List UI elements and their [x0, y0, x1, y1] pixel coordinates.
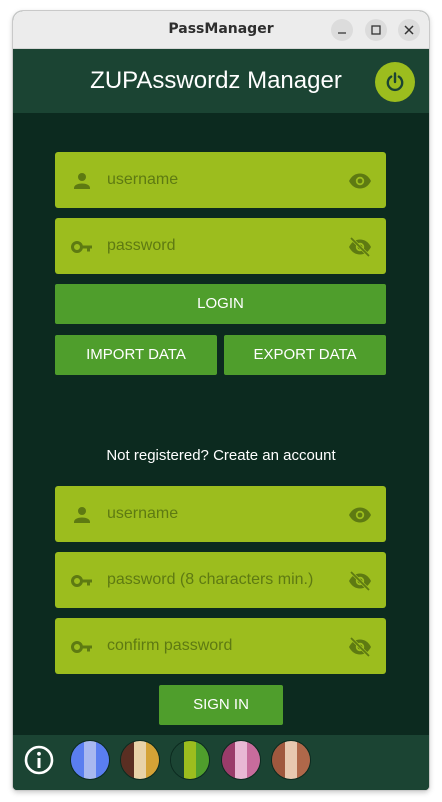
theme-swatch-green[interactable] [170, 740, 210, 780]
swatch-stripe [222, 741, 235, 779]
register-password-placeholder: password (8 characters min.) [107, 571, 314, 588]
swatch-stripe [284, 741, 298, 779]
swatch-stripe [96, 741, 109, 779]
app-header: ZUPAsswordz Manager [13, 49, 429, 113]
register-confirm-field[interactable]: confirm password [55, 618, 386, 674]
login-username-placeholder: username [107, 171, 179, 188]
theme-swatch-pink[interactable] [221, 740, 261, 780]
import-data-button[interactable]: IMPORT DATA [55, 335, 217, 375]
bottom-bar [13, 735, 429, 790]
swatch-stripe [196, 741, 209, 779]
register-prompt: Not registered? Create an account [106, 447, 336, 464]
app-window: PassManager ZUPAsswordz Manager username [13, 11, 429, 790]
app-title: ZUPAsswordz Manager [90, 67, 342, 94]
eye-off-icon[interactable] [348, 235, 372, 259]
swatch-stripe [297, 741, 310, 779]
login-username-field[interactable]: username [55, 152, 386, 208]
sign-in-button[interactable]: SIGN IN [159, 685, 283, 725]
user-icon [74, 507, 90, 523]
swatch-stripe [133, 741, 147, 779]
power-icon [386, 72, 404, 92]
minimize-icon [338, 32, 346, 34]
user-icon [74, 173, 90, 189]
swatch-stripe [83, 741, 97, 779]
eye-off-icon[interactable] [348, 635, 372, 659]
login-password-field[interactable]: password [55, 218, 386, 274]
theme-swatch-brown-gold[interactable] [120, 740, 160, 780]
theme-swatch-terracotta[interactable] [271, 740, 311, 780]
swatch-stripe [247, 741, 260, 779]
maximize-button[interactable] [365, 19, 387, 41]
eye-icon[interactable] [348, 503, 372, 527]
maximize-icon [371, 25, 381, 35]
title-bar[interactable]: PassManager [13, 11, 429, 49]
swatch-stripe [121, 741, 134, 779]
power-button[interactable] [375, 62, 415, 102]
theme-swatch-blue[interactable] [70, 740, 110, 780]
register-confirm-placeholder: confirm password [107, 637, 233, 654]
minimize-button[interactable] [331, 19, 353, 41]
swatch-stripe [71, 741, 84, 779]
close-icon [404, 25, 414, 35]
export-data-button[interactable]: EXPORT DATA [224, 335, 386, 375]
register-username-field[interactable]: username [55, 486, 386, 542]
key-icon [71, 575, 92, 587]
swatch-stripe [272, 741, 285, 779]
swatch-stripe [146, 741, 159, 779]
swatch-stripe [183, 741, 197, 779]
close-button[interactable] [398, 19, 420, 41]
login-password-placeholder: password [107, 237, 176, 254]
swatch-stripe [171, 741, 184, 779]
register-password-field[interactable]: password (8 characters min.) [55, 552, 386, 608]
info-icon[interactable] [23, 744, 55, 776]
register-username-placeholder: username [107, 505, 179, 522]
eye-icon[interactable] [348, 169, 372, 193]
eye-off-icon[interactable] [348, 569, 372, 593]
key-icon [71, 641, 92, 653]
key-icon [71, 241, 92, 253]
login-button[interactable]: LOGIN [55, 284, 386, 324]
swatch-stripe [234, 741, 248, 779]
